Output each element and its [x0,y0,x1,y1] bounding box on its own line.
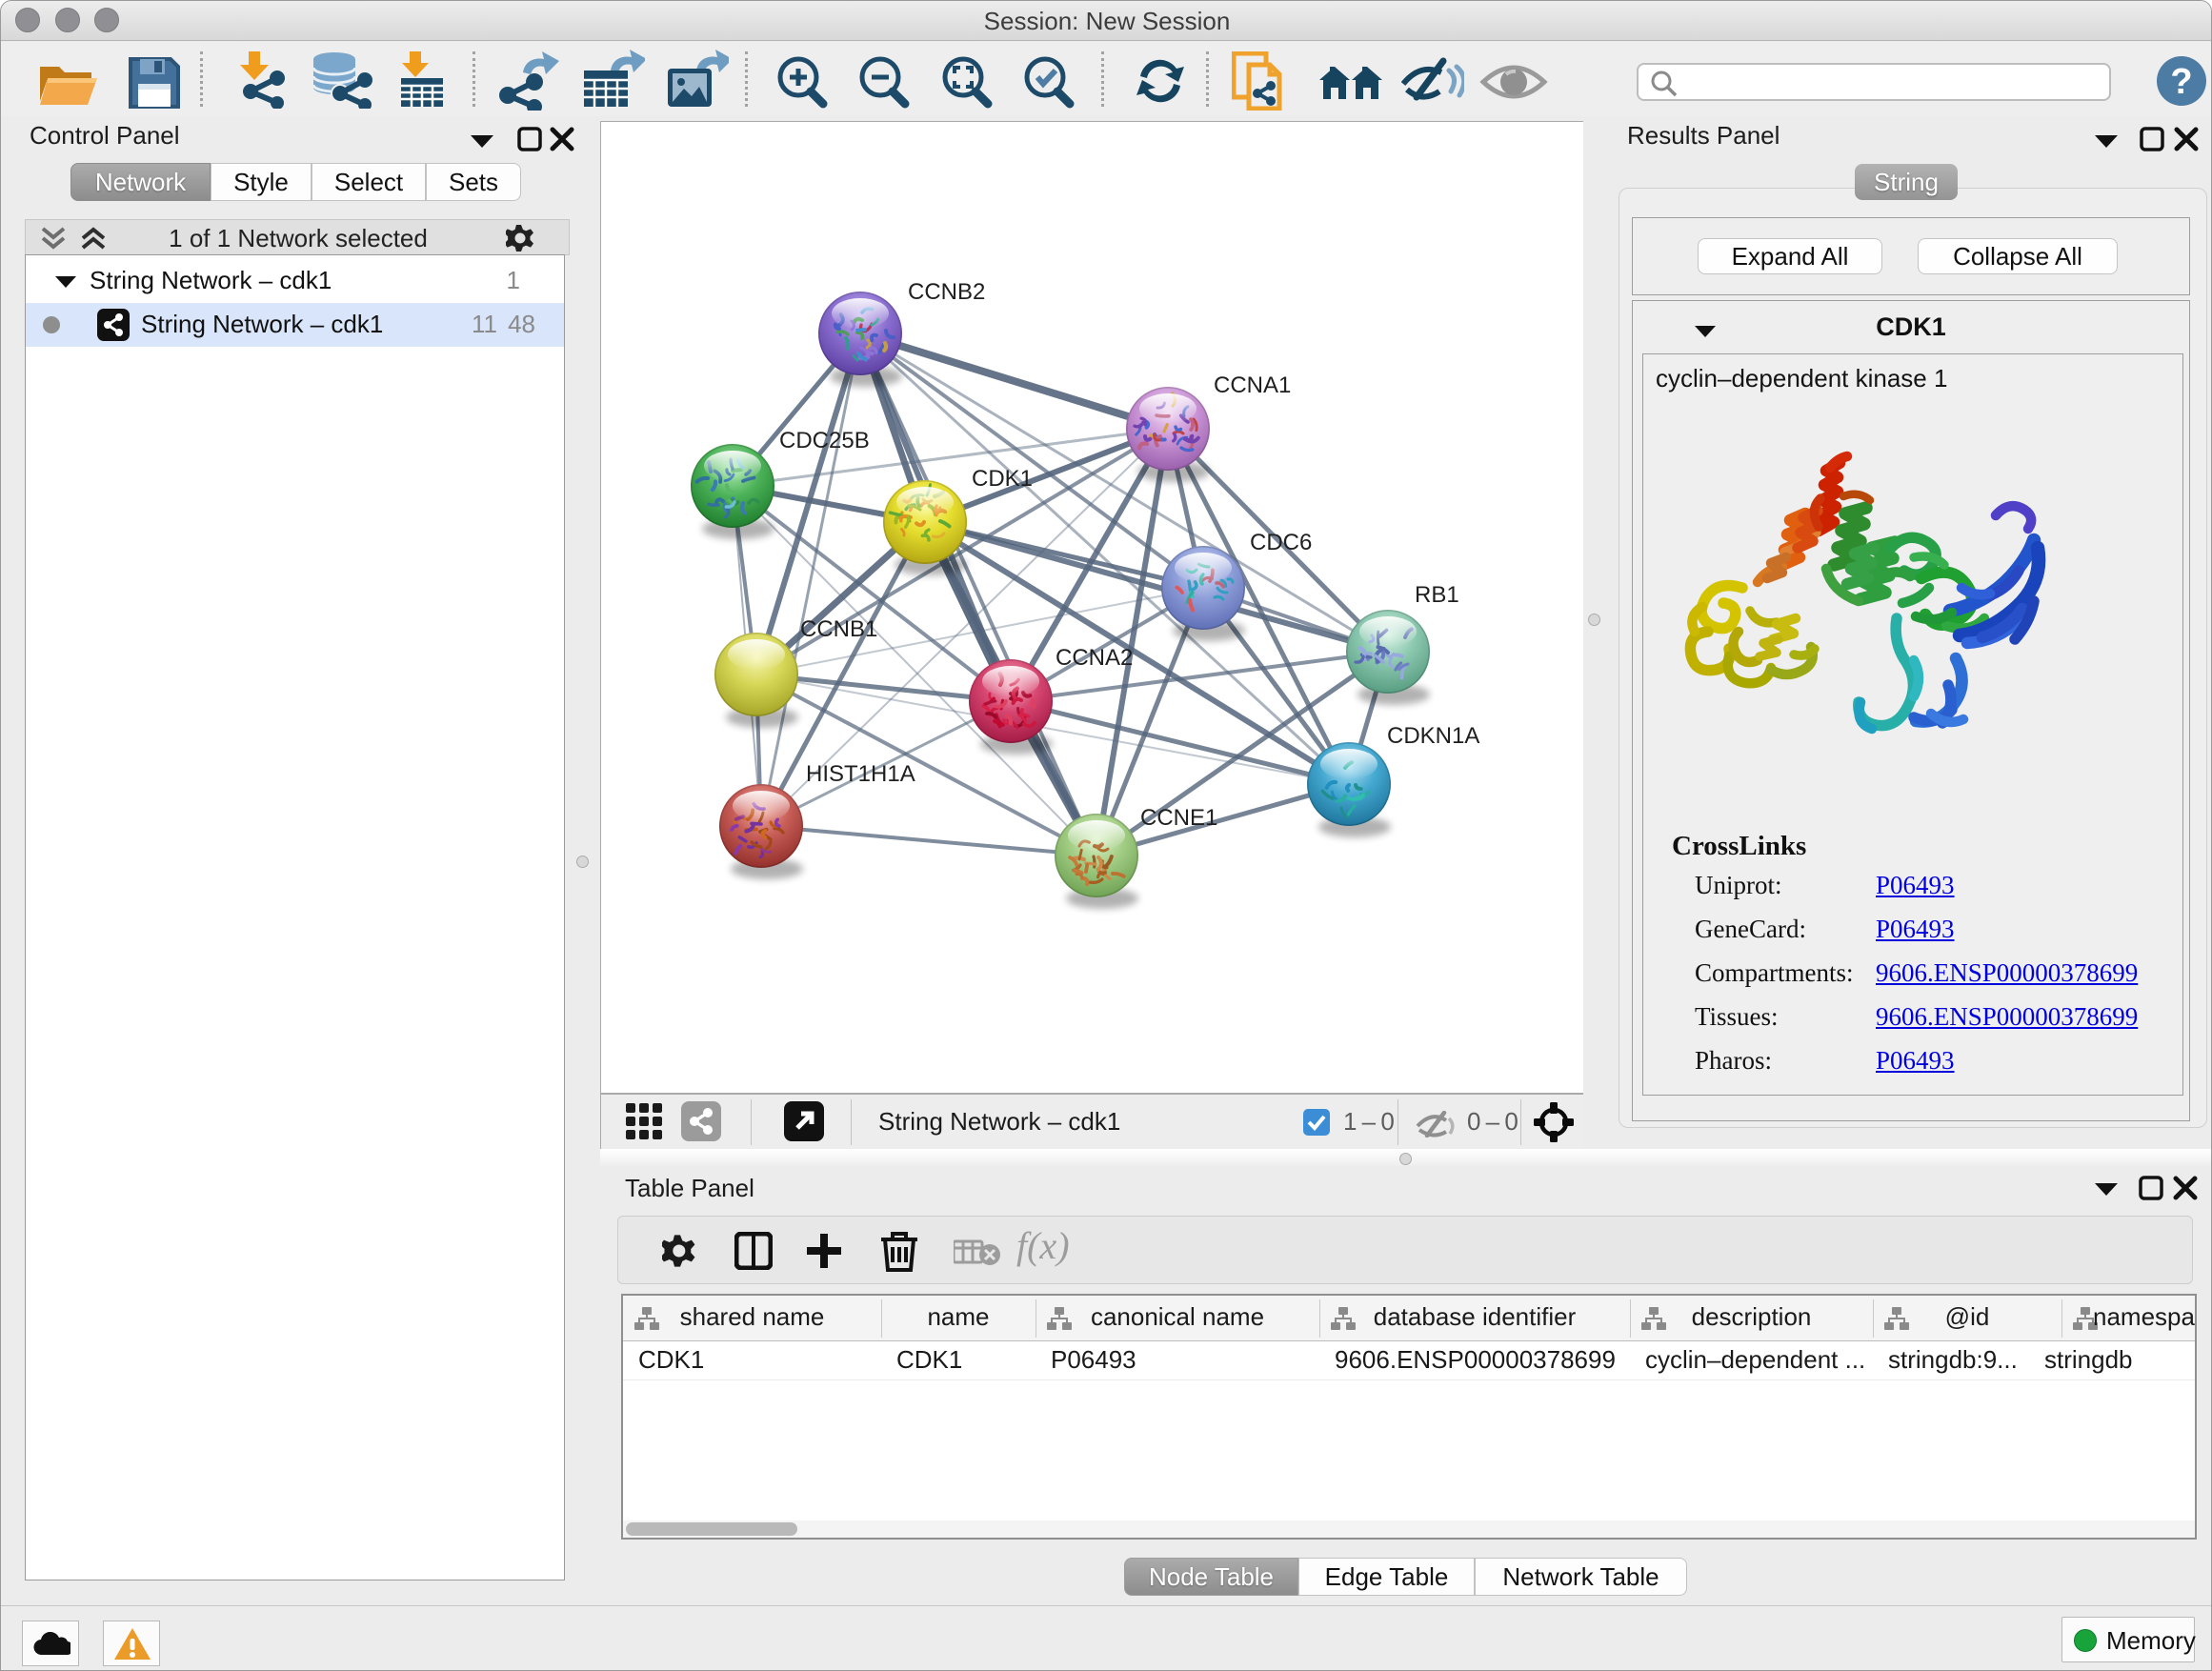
svg-text:?: ? [2170,62,2192,102]
svg-text:CCNE1: CCNE1 [1140,805,1217,831]
svg-text:CCNB2: CCNB2 [908,279,985,305]
svg-text:HIST1H1A: HIST1H1A [806,761,915,787]
svg-text:CDC25B: CDC25B [779,428,870,453]
svg-text:CCNA1: CCNA1 [1214,372,1291,398]
svg-text:CCNB1: CCNB1 [800,616,877,642]
svg-text:CDC6: CDC6 [1250,530,1312,555]
svg-text:CDKN1A: CDKN1A [1387,723,1479,749]
svg-text:CCNA2: CCNA2 [1056,645,1133,671]
svg-text:RB1: RB1 [1415,582,1459,608]
svg-text:CDK1: CDK1 [972,466,1033,492]
